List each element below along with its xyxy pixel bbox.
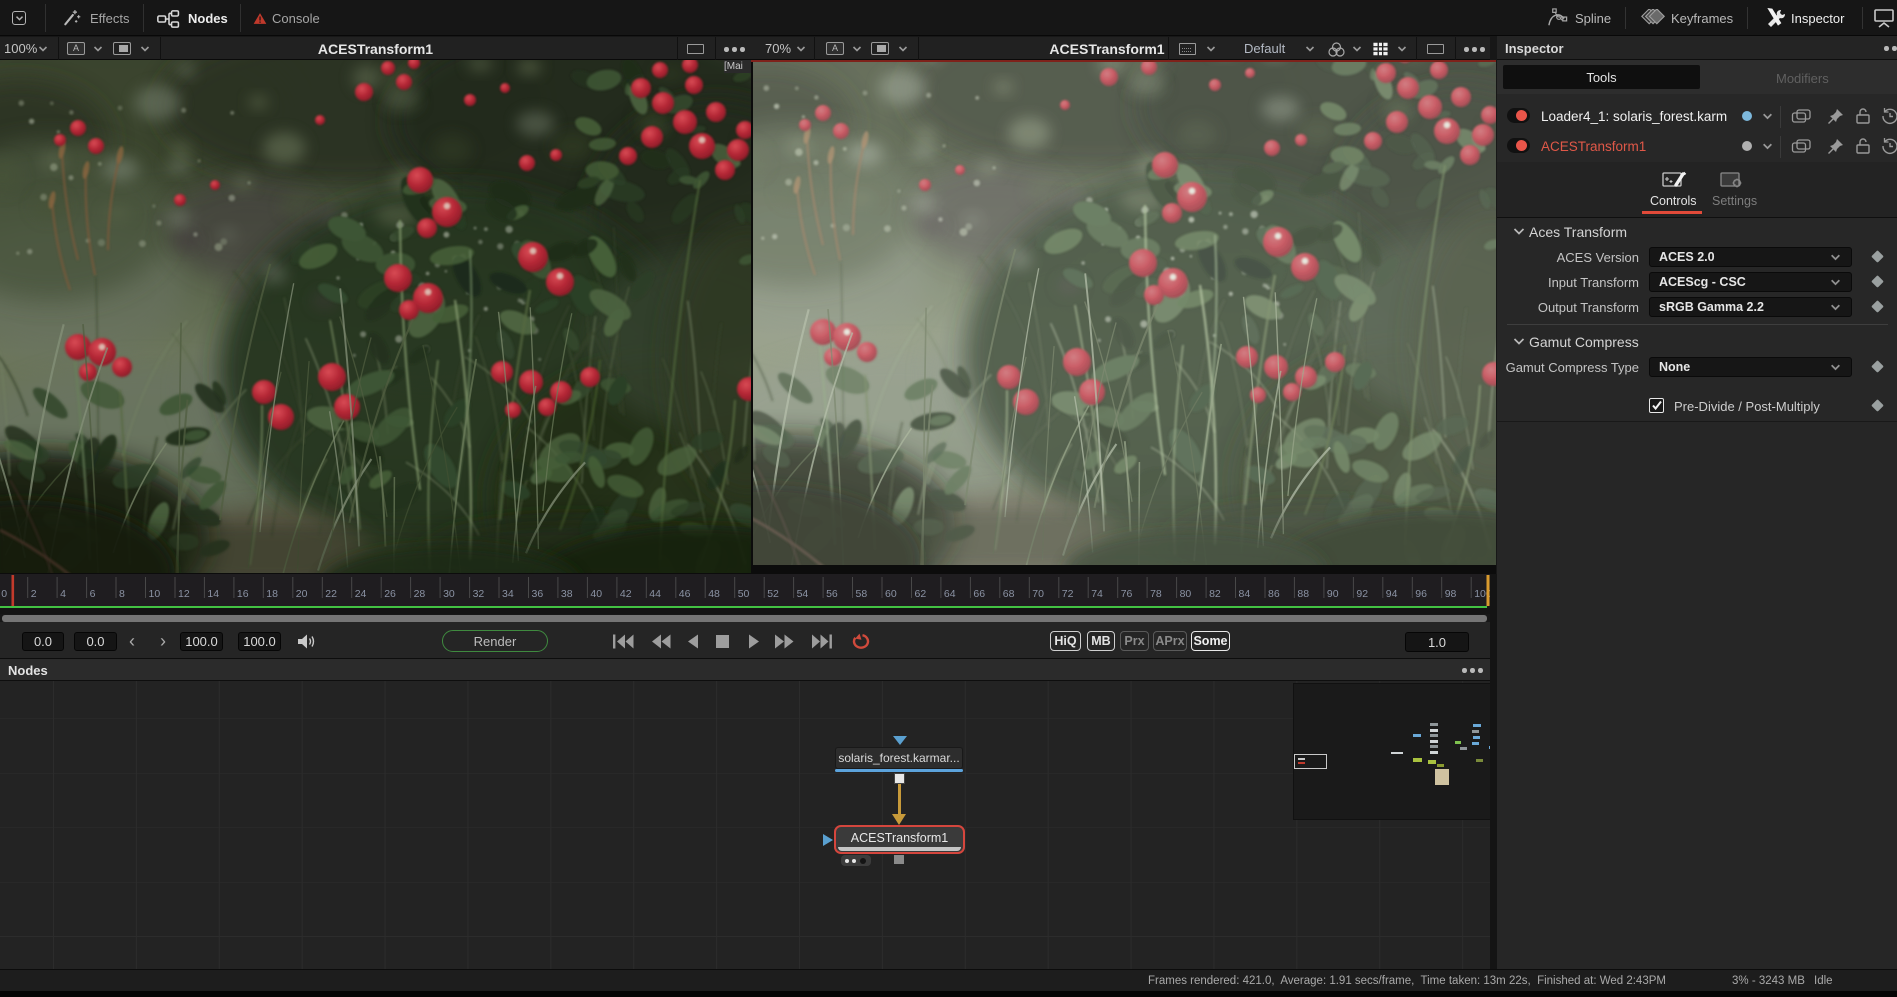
svg-text:90: 90 bbox=[1327, 588, 1339, 600]
svg-text:48: 48 bbox=[708, 588, 720, 600]
svg-text:38: 38 bbox=[561, 588, 573, 600]
svg-text:98: 98 bbox=[1445, 588, 1457, 600]
svg-text:14: 14 bbox=[207, 588, 219, 600]
svg-text:94: 94 bbox=[1386, 588, 1398, 600]
svg-text:82: 82 bbox=[1209, 588, 1221, 600]
svg-text:10: 10 bbox=[149, 588, 161, 600]
svg-text:28: 28 bbox=[414, 588, 426, 600]
svg-text:12: 12 bbox=[178, 588, 190, 600]
svg-text:72: 72 bbox=[1062, 588, 1074, 600]
svg-text:22: 22 bbox=[325, 588, 337, 600]
svg-text:66: 66 bbox=[973, 588, 985, 600]
svg-text:46: 46 bbox=[679, 588, 691, 600]
svg-text:86: 86 bbox=[1268, 588, 1280, 600]
svg-text:34: 34 bbox=[502, 588, 514, 600]
svg-text:18: 18 bbox=[266, 588, 278, 600]
svg-text:68: 68 bbox=[1003, 588, 1015, 600]
svg-text:76: 76 bbox=[1121, 588, 1133, 600]
svg-text:64: 64 bbox=[944, 588, 956, 600]
svg-text:58: 58 bbox=[856, 588, 868, 600]
svg-text:30: 30 bbox=[443, 588, 455, 600]
svg-text:0: 0 bbox=[1, 588, 7, 600]
svg-text:16: 16 bbox=[237, 588, 249, 600]
svg-text:70: 70 bbox=[1032, 588, 1044, 600]
svg-text:62: 62 bbox=[915, 588, 927, 600]
svg-text:26: 26 bbox=[384, 588, 396, 600]
svg-text:84: 84 bbox=[1239, 588, 1251, 600]
svg-text:40: 40 bbox=[590, 588, 602, 600]
svg-text:32: 32 bbox=[473, 588, 485, 600]
svg-text:36: 36 bbox=[532, 588, 544, 600]
svg-text:74: 74 bbox=[1091, 588, 1103, 600]
svg-text:54: 54 bbox=[797, 588, 809, 600]
svg-text:44: 44 bbox=[649, 588, 661, 600]
svg-text:60: 60 bbox=[885, 588, 897, 600]
svg-text:92: 92 bbox=[1356, 588, 1368, 600]
svg-text:56: 56 bbox=[826, 588, 838, 600]
svg-text:96: 96 bbox=[1415, 588, 1427, 600]
svg-text:2: 2 bbox=[31, 588, 37, 600]
svg-text:80: 80 bbox=[1180, 588, 1192, 600]
svg-text:4: 4 bbox=[60, 588, 66, 600]
svg-text:6: 6 bbox=[90, 588, 96, 600]
svg-text:20: 20 bbox=[296, 588, 308, 600]
svg-text:88: 88 bbox=[1297, 588, 1309, 600]
svg-text:50: 50 bbox=[738, 588, 750, 600]
svg-text:42: 42 bbox=[620, 588, 632, 600]
svg-text:24: 24 bbox=[355, 588, 367, 600]
svg-text:52: 52 bbox=[767, 588, 779, 600]
svg-text:78: 78 bbox=[1150, 588, 1162, 600]
svg-text:8: 8 bbox=[119, 588, 125, 600]
